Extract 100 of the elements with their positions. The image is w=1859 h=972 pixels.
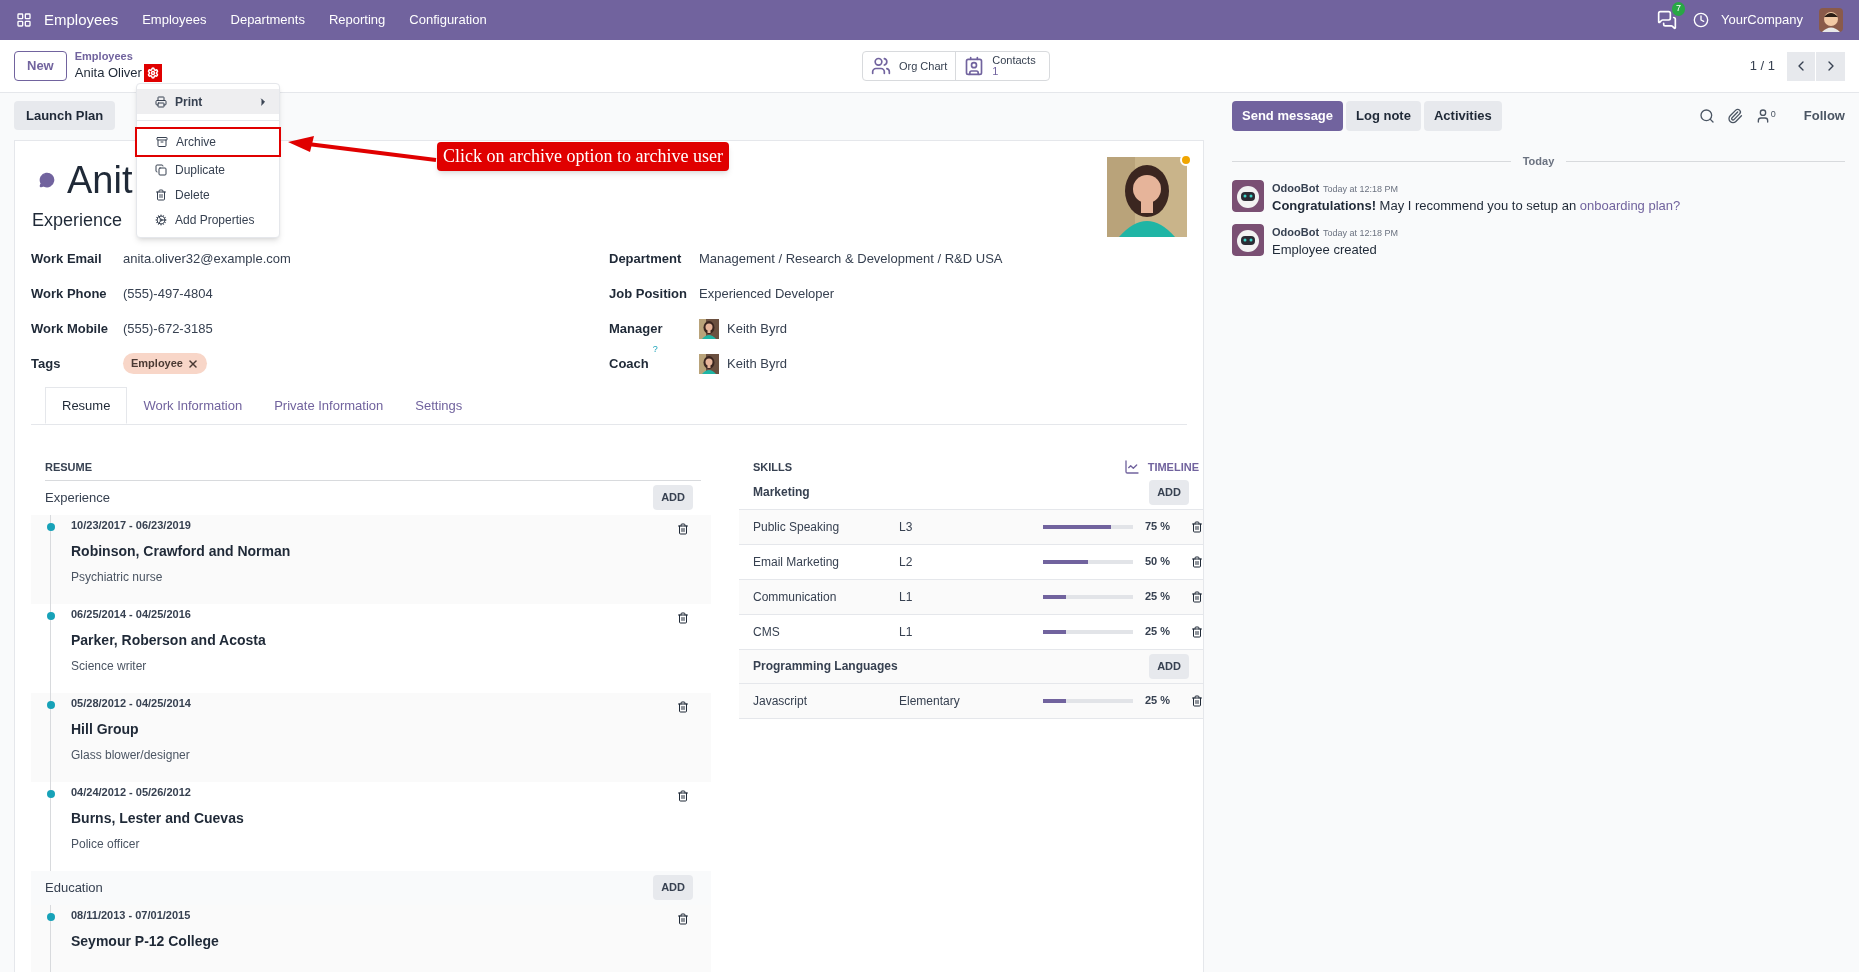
next-button[interactable]: [1816, 51, 1845, 81]
trash-icon[interactable]: [1191, 555, 1203, 568]
record-name: Anita Oliver: [74, 64, 142, 81]
menu-item[interactable]: Archive: [135, 127, 281, 157]
follow-button[interactable]: Follow: [1803, 106, 1845, 126]
clock-icon[interactable]: [1693, 12, 1710, 28]
date-separator: Today: [1522, 154, 1555, 169]
tab[interactable]: Private Information: [258, 387, 400, 424]
add-button[interactable]: ADD: [1149, 653, 1189, 679]
chatter-button[interactable]: Send message: [1232, 101, 1344, 131]
entry-title[interactable]: Burns, Lester and Cuevas: [71, 808, 677, 829]
entry-title[interactable]: Hill Group: [71, 719, 677, 740]
section-heading: RESUME: [45, 459, 701, 481]
field-value[interactable]: anita.oliver32@example.com: [123, 248, 291, 269]
smart-button[interactable]: Contacts 1: [955, 52, 1050, 80]
progress-value: 25 %: [1145, 693, 1172, 709]
menu-item[interactable]: Reporting: [328, 10, 386, 30]
app-name[interactable]: Employees: [44, 8, 119, 32]
line-chart-icon: [1123, 459, 1140, 476]
chatter-button[interactable]: Log note: [1346, 101, 1421, 131]
skill-name: Email Marketing: [753, 553, 841, 571]
skill-name: Communication: [753, 588, 838, 606]
menu-item[interactable]: Configuration: [409, 10, 487, 30]
chat-icon[interactable]: [39, 172, 55, 188]
entry-title[interactable]: Parker, Roberson and Acosta: [71, 630, 677, 651]
message-time: Today at 12:18 PM: [1323, 226, 1399, 240]
new-button[interactable]: New: [14, 51, 67, 81]
entry-title[interactable]: Robinson, Crawford and Norman: [71, 541, 677, 562]
skill-name: CMS: [753, 623, 781, 641]
field-label: Job Position: [609, 284, 687, 303]
message-author[interactable]: OdooBot: [1272, 179, 1320, 196]
entry-description: Glass blower/designer: [71, 747, 191, 764]
previous-button[interactable]: [1787, 51, 1816, 81]
trash-icon[interactable]: [1191, 520, 1203, 533]
progress-value: 25 %: [1145, 624, 1172, 640]
section-title: Experience: [45, 488, 111, 507]
menu-item[interactable]: Add Properties: [137, 207, 279, 232]
field-value[interactable]: (555)-497-4804: [123, 283, 213, 304]
smart-button[interactable]: Org Chart: [862, 52, 956, 80]
paperclip-icon[interactable]: [1726, 108, 1743, 124]
skill-group-title: Marketing: [753, 484, 810, 501]
trash-icon[interactable]: [1191, 625, 1203, 638]
timeline-button[interactable]: TIMELINE: [1123, 459, 1199, 476]
contact-card-icon: [964, 56, 985, 76]
pager-value[interactable]: 1 / 1: [1749, 56, 1775, 76]
trash-icon[interactable]: [677, 912, 689, 925]
entry-description: Police officer: [71, 836, 141, 853]
chat-icon[interactable]: [1657, 10, 1678, 30]
menu-item[interactable]: Employees: [142, 10, 207, 30]
entry-dates: 08/11/2013 - 07/01/2015: [71, 907, 192, 923]
field-label: Manager: [609, 319, 663, 338]
add-button[interactable]: ADD: [1149, 479, 1189, 505]
add-button[interactable]: ADD: [653, 875, 693, 900]
company-name[interactable]: YourCompany: [1721, 10, 1803, 30]
people-icon: [870, 56, 891, 76]
job-title[interactable]: Experience: [31, 207, 133, 234]
settings-button[interactable]: [143, 63, 162, 82]
field-value[interactable]: Experienced Developer: [699, 283, 835, 304]
trash-icon[interactable]: [677, 522, 689, 535]
entry-description: Science writer: [71, 658, 148, 675]
tab[interactable]: Resume: [45, 387, 128, 424]
tab[interactable]: Settings: [399, 387, 479, 424]
skill-name: Javascript: [753, 692, 809, 710]
employee-name[interactable]: Anit: [67, 161, 133, 199]
field-value[interactable]: Keith Byrd: [727, 353, 787, 374]
field-value[interactable]: Keith Byrd: [727, 318, 787, 339]
entry-dates: 04/24/2012 - 05/26/2012: [71, 784, 192, 800]
message-text: Congratulations! May I recommend you to setup an onboarding plan?: [1272, 197, 1681, 215]
trash-icon[interactable]: [677, 789, 689, 802]
field-label: Tags: [31, 354, 61, 373]
field-value[interactable]: Management / Research & Development / R&D USA: [699, 248, 1003, 269]
link[interactable]: onboarding plan?: [1579, 198, 1681, 213]
message-time: Today at 12:18 PM: [1323, 182, 1399, 196]
menu-item[interactable]: Duplicate: [137, 157, 279, 182]
field-label: Department: [609, 249, 682, 268]
count-badge: 7: [1672, 2, 1686, 16]
field-label: Coach: [609, 354, 649, 373]
skill-level: L2: [899, 553, 914, 571]
trash-icon[interactable]: [677, 700, 689, 713]
trash-icon[interactable]: [677, 611, 689, 624]
printer-icon: [155, 95, 167, 108]
menu-item[interactable]: Delete: [137, 182, 279, 207]
launch-plan-button[interactable]: Launch Plan: [14, 101, 116, 130]
remove-icon[interactable]: [186, 357, 199, 370]
trash-icon[interactable]: [1191, 590, 1203, 603]
chatter-button[interactable]: Activities: [1423, 101, 1502, 131]
breadcrumb-link[interactable]: Employees: [74, 50, 162, 64]
field-value[interactable]: (555)-672-3185: [123, 318, 213, 339]
apps-menu-icon[interactable]: [16, 12, 32, 28]
message-author[interactable]: OdooBot: [1272, 223, 1320, 240]
add-button[interactable]: ADD: [653, 485, 693, 510]
entry-title[interactable]: Seymour P-12 College: [71, 931, 677, 952]
menu-item[interactable]: Departments: [230, 10, 305, 30]
tab[interactable]: Work Information: [127, 387, 259, 424]
menu-item[interactable]: Print: [137, 89, 279, 114]
entry-dates: 10/23/2017 - 06/23/2019: [71, 517, 192, 533]
follower-count[interactable]: 0: [1770, 108, 1776, 122]
trash-icon[interactable]: [1191, 694, 1203, 707]
tag[interactable]: Employee: [123, 353, 207, 374]
search-icon[interactable]: [1698, 108, 1715, 124]
